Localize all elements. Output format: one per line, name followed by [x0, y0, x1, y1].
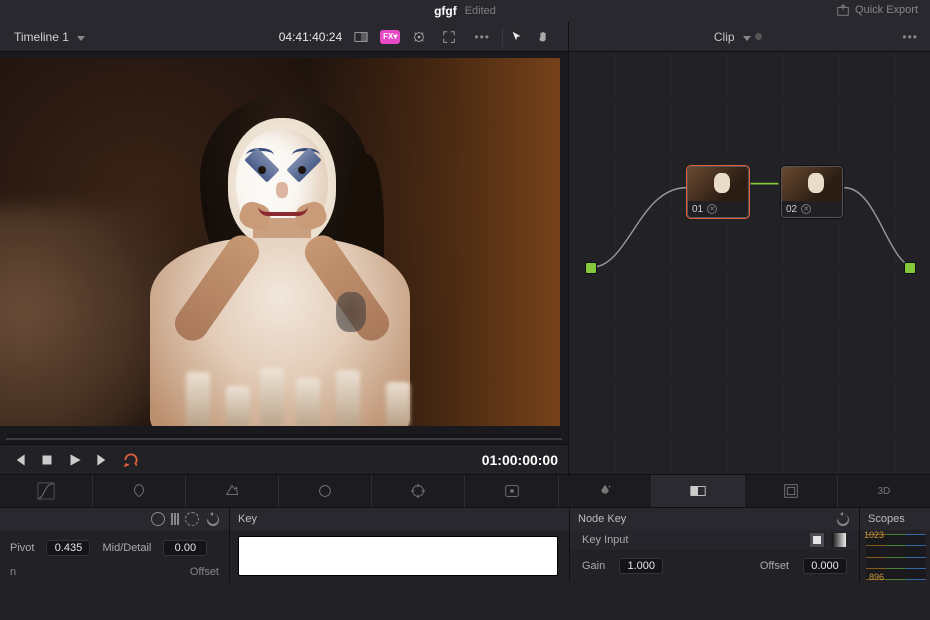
- viewer-panel: 01:00:00:00: [0, 52, 568, 474]
- node-mode-dropdown[interactable]: Clip: [714, 30, 762, 44]
- timeline-dropdown[interactable]: Timeline 1: [14, 30, 85, 44]
- sliders-icon[interactable]: [171, 513, 179, 525]
- 3d-tab[interactable]: 3D: [838, 475, 930, 507]
- transport-timecode[interactable]: 01:00:00:00: [482, 452, 558, 468]
- chevron-down-icon: [73, 30, 85, 44]
- quick-export-button[interactable]: Quick Export: [836, 3, 918, 17]
- node-number: 01: [692, 204, 703, 215]
- edited-indicator: Edited: [465, 5, 496, 17]
- window-tab[interactable]: [279, 475, 372, 507]
- chevron-down-icon: [739, 30, 751, 44]
- curves-tab[interactable]: [0, 475, 93, 507]
- palette-toolstrip: 3D: [0, 474, 930, 508]
- mid-detail-label: Mid/Detail: [102, 542, 151, 554]
- node-02[interactable]: 02 ✕: [781, 166, 843, 218]
- color-warper-tab[interactable]: [93, 475, 186, 507]
- key-preview[interactable]: [238, 536, 558, 576]
- stop-button[interactable]: [38, 451, 56, 469]
- pivot-value[interactable]: 0.435: [46, 540, 90, 556]
- viewer-scrubber[interactable]: [6, 434, 562, 444]
- tracker-tab[interactable]: [372, 475, 465, 507]
- node-thumbnail: [782, 167, 842, 201]
- loop-button[interactable]: [122, 451, 140, 469]
- scopes-title: Scopes: [868, 513, 905, 525]
- pointer-tool[interactable]: [502, 26, 524, 48]
- project-name: gfgf: [434, 4, 457, 18]
- viewer-header: Timeline 1 04:41:40:24 FX▾ ••• Clip •••: [0, 22, 930, 52]
- gain-label: Gain: [582, 560, 605, 572]
- fx-button[interactable]: FX▾: [380, 30, 400, 44]
- export-icon: [836, 3, 850, 17]
- title-bar: gfgf Edited Quick Export: [0, 0, 930, 22]
- image-wipe-button[interactable]: [350, 26, 372, 48]
- highlight-button[interactable]: [408, 26, 430, 48]
- key-panel: Key: [230, 508, 570, 582]
- key-input-panel: Node Key Key Input Gain 1.000 Offset 0.0…: [570, 508, 860, 582]
- key-offset-value[interactable]: 0.000: [803, 558, 847, 574]
- matte-gradient-button[interactable]: [831, 532, 847, 548]
- scope-tick: 896: [858, 572, 884, 582]
- curves-controls-panel: Pivot 0.435 Mid/Detail 0.00 n Offset: [0, 508, 230, 582]
- prev-clip-button[interactable]: [10, 451, 28, 469]
- mid-detail-value[interactable]: 0.00: [163, 540, 207, 556]
- pivot-label: Pivot: [10, 542, 34, 554]
- truncated-label-left: n: [10, 566, 16, 578]
- key-offset-label: Offset: [760, 560, 789, 572]
- transport-bar: 01:00:00:00: [0, 444, 568, 474]
- scopes-panel: Scopes 1023 896: [860, 508, 930, 582]
- node-output[interactable]: [904, 262, 916, 274]
- expand-viewer-button[interactable]: [438, 26, 460, 48]
- clip-enabled-indicator: [755, 33, 762, 40]
- color-space-icon: ✕: [707, 204, 717, 214]
- node-01[interactable]: 01 ✕: [687, 166, 749, 218]
- next-clip-button[interactable]: [94, 451, 112, 469]
- alt-mode-icon[interactable]: [185, 512, 199, 526]
- qualifier-tab[interactable]: [186, 475, 279, 507]
- offset-label: Offset: [190, 566, 219, 578]
- hand-tool[interactable]: [532, 26, 554, 48]
- viewer-options-menu[interactable]: •••: [474, 30, 490, 44]
- key-input-title: Key Input: [582, 534, 628, 546]
- node-number: 02: [786, 204, 797, 215]
- magic-mask-tab[interactable]: [465, 475, 558, 507]
- reset-icon[interactable]: [205, 511, 221, 527]
- scope-tick: 1023: [858, 530, 884, 540]
- node-key-label: Node Key: [578, 513, 626, 525]
- key-panel-title: Key: [238, 513, 257, 525]
- gain-value[interactable]: 1.000: [619, 558, 663, 574]
- node-panel-options-menu[interactable]: •••: [902, 30, 918, 44]
- soft-clip-icon[interactable]: [151, 512, 165, 526]
- viewer-frame[interactable]: [0, 58, 560, 426]
- play-button[interactable]: [66, 451, 84, 469]
- blur-tab[interactable]: [559, 475, 652, 507]
- matte-view-button[interactable]: [809, 532, 825, 548]
- node-graph-panel[interactable]: 01 ✕ 02 ✕: [568, 52, 930, 474]
- reset-icon[interactable]: [835, 511, 851, 527]
- header-timecode[interactable]: 04:41:40:24: [279, 30, 342, 44]
- key-tab[interactable]: [652, 475, 745, 507]
- node-thumbnail: [688, 167, 748, 201]
- color-space-icon: ✕: [801, 204, 811, 214]
- sizing-tab[interactable]: [745, 475, 838, 507]
- node-source[interactable]: [585, 262, 597, 274]
